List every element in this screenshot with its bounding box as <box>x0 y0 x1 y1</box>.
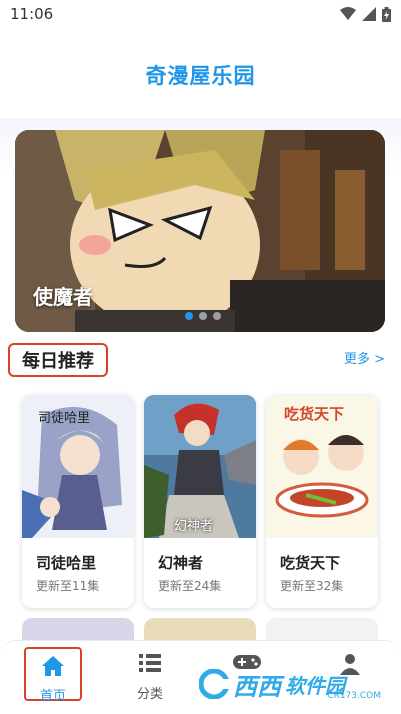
app-header: 奇漫屋乐园 <box>0 30 401 118</box>
status-icons <box>340 5 391 23</box>
wifi-icon <box>340 7 356 20</box>
comic-name: 吃货天下 <box>280 554 341 572</box>
watermark-logo: 西西 软件园 CR173.COM <box>199 665 389 703</box>
home-icon <box>42 656 64 676</box>
cover-title: 幻神者 <box>174 519 214 534</box>
app-title: 奇漫屋乐园 <box>145 64 256 88</box>
comic-card[interactable]: 吃货天下 吃货天下 更新至32集 <box>266 395 378 608</box>
comic-update: 更新至11集 <box>36 579 100 593</box>
tab-label: 首页 <box>39 689 66 704</box>
daily-recommend-heading: 每日推荐 <box>8 343 108 377</box>
comic-name: 司徒哈里 <box>36 554 97 572</box>
watermark-url: CR173.COM <box>327 691 381 701</box>
carousel-dot[interactable] <box>185 312 193 320</box>
carousel-dot[interactable] <box>213 312 221 320</box>
comic-card[interactable]: 幻神者 幻神者 更新至24集 <box>144 395 256 608</box>
watermark-c-icon <box>199 669 229 699</box>
status-time: 11:06 <box>10 5 54 23</box>
tab-home[interactable]: 首页 <box>24 647 82 704</box>
battery-icon <box>382 6 391 22</box>
more-link[interactable]: 更多 > <box>344 348 385 367</box>
comic-card[interactable]: 司徒哈里 司徒哈里 更新至11集 <box>22 395 134 608</box>
carousel-indicator[interactable] <box>185 312 221 320</box>
comic-name: 幻神者 <box>158 554 204 572</box>
banner-carousel[interactable]: 使魔者 <box>15 130 385 332</box>
comic-update: 更新至24集 <box>158 579 222 593</box>
cover-title: 吃货天下 <box>284 405 345 423</box>
carousel-dot[interactable] <box>199 312 207 320</box>
status-bar: 11:06 <box>0 0 401 30</box>
list-icon <box>139 654 161 672</box>
banner-title: 使魔者 <box>33 285 93 309</box>
signal-icon <box>362 7 376 21</box>
comic-update: 更新至32集 <box>280 579 344 593</box>
cover-title: 司徒哈里 <box>38 411 91 426</box>
section-title: 每日推荐 <box>22 351 94 372</box>
tab-category[interactable]: 分类 <box>115 647 185 702</box>
tab-label: 分类 <box>136 687 163 702</box>
watermark-main: 西西 <box>233 672 281 701</box>
